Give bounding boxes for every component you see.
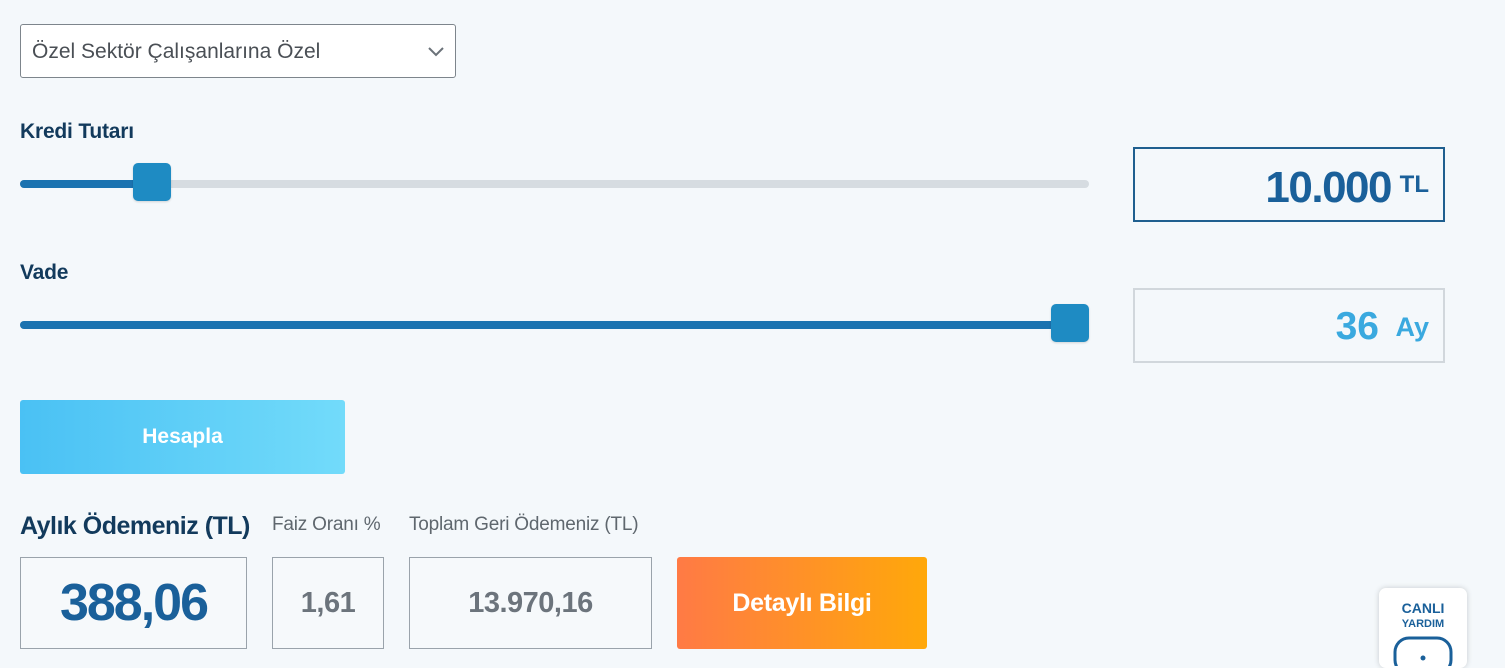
term-unit: Ay [1395, 312, 1429, 342]
interest-rate-box: 1,61 [272, 557, 384, 649]
term-slider-fill [20, 321, 1070, 329]
chat-bubble-icon [1393, 636, 1453, 666]
loan-type-dropdown[interactable]: Özel Sektör Çalışanlarına Özel [20, 24, 456, 78]
chevron-down-icon [428, 47, 444, 57]
loan-amount-label: Kredi Tutarı [20, 120, 134, 143]
interest-rate-value: 1,61 [300, 586, 356, 619]
total-repayment-box: 13.970,16 [409, 557, 652, 649]
loan-amount-input[interactable]: 10.000 TL [1133, 147, 1445, 222]
total-repayment-value: 13.970,16 [468, 586, 593, 619]
loan-amount-slider-thumb[interactable] [133, 163, 172, 201]
live-help-widget[interactable]: CANLI YARDIM [1379, 588, 1467, 668]
loan-amount-unit: TL [1399, 171, 1429, 198]
live-help-line2: YARDIM [1401, 618, 1445, 630]
total-repayment-label: Toplam Geri Ödemeniz (TL) [409, 514, 639, 535]
monthly-payment-box: 388,06 [20, 557, 247, 649]
interest-rate-label: Faiz Oranı % [272, 514, 381, 535]
loan-amount-value: 10.000 [1265, 163, 1392, 212]
calculate-button[interactable]: Hesapla [20, 400, 345, 474]
term-slider-track[interactable] [20, 321, 1089, 329]
term-input[interactable]: 36 Ay [1133, 288, 1445, 363]
live-help-line1: CANLI [1401, 600, 1445, 616]
term-value: 36 [1335, 305, 1379, 348]
term-slider-thumb[interactable] [1051, 304, 1089, 342]
monthly-payment-label: Aylık Ödemeniz (TL) [20, 512, 250, 540]
detail-info-button[interactable]: Detaylı Bilgi [677, 557, 927, 649]
loan-amount-slider-track[interactable] [20, 180, 1089, 188]
term-label: Vade [20, 261, 69, 284]
monthly-payment-value: 388,06 [59, 574, 209, 632]
loan-type-selected: Özel Sektör Çalışanlarına Özel [32, 40, 321, 63]
